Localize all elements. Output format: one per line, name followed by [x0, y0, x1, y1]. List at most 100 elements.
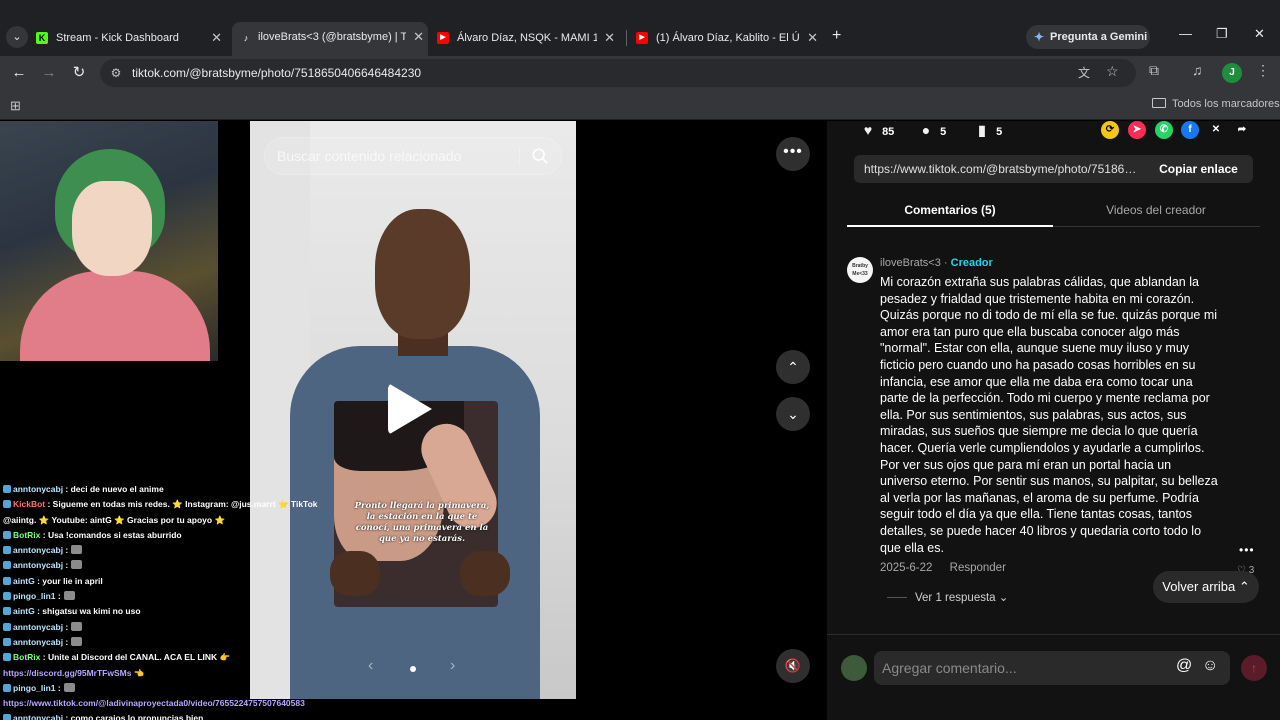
reload-icon[interactable]: ↻: [68, 62, 90, 84]
carousel-next-icon[interactable]: ›: [450, 657, 455, 675]
repost-icon[interactable]: ⟳: [1101, 121, 1119, 139]
close-tab-icon[interactable]: ✕: [413, 22, 424, 52]
url-text[interactable]: tiktok.com/@bratsbyme/photo/751865040664…: [132, 59, 421, 87]
chat-text: @aiintg. ⭐ Youtube: aintG ⭐ Gracias por …: [3, 514, 226, 525]
tab-search-dropdown-icon[interactable]: ⌄: [6, 26, 28, 48]
site-info-icon[interactable]: ⚙: [108, 65, 124, 81]
folder-icon: [1152, 98, 1166, 108]
chat-emote-icon: [63, 591, 75, 601]
bookmark-star-icon[interactable]: ☆: [1106, 63, 1119, 80]
chat-badge-icon: [3, 637, 11, 646]
tab-youtube-mami[interactable]: ▶ Álvaro Díaz, NSQK - MAMI 100 ✕: [437, 24, 619, 52]
next-post-button[interactable]: ⌄: [776, 397, 810, 431]
share-arrow-icon[interactable]: ➦: [1233, 121, 1251, 139]
commenter-avatar[interactable]: Bratby Me<33: [847, 257, 873, 283]
all-bookmarks-label: Todos los marcadores: [1172, 98, 1280, 110]
tab-kick-dashboard[interactable]: K Stream - Kick Dashboard ✕: [36, 24, 226, 52]
creator-badge: Creador: [950, 257, 993, 269]
chat-username: pingo_lin1: [13, 682, 56, 693]
tab-tiktok[interactable]: ♪ iloveBrats<3 (@bratsbyme) | TikTok ✕: [232, 22, 428, 56]
back-to-top-button[interactable]: Volver arriba ⌃: [1153, 571, 1259, 603]
send-comment-button[interactable]: ↑: [1241, 655, 1267, 681]
comment-more-icon[interactable]: •••: [1239, 543, 1255, 557]
send-icon[interactable]: ➤: [1128, 121, 1146, 139]
mute-icon[interactable]: 🔇: [776, 649, 810, 683]
chat-badge-icon: [3, 592, 11, 601]
new-tab-icon[interactable]: +: [832, 26, 841, 46]
related-search-input[interactable]: [277, 138, 517, 174]
search-icon[interactable]: [531, 147, 549, 165]
tab-youtube-ultimo[interactable]: ▶ (1) Álvaro Díaz, Kablito - El Últim ✕: [636, 24, 822, 52]
back-to-top-label: Volver arriba: [1162, 579, 1236, 594]
x-icon[interactable]: ✕: [1207, 121, 1225, 139]
tab-title: (1) Álvaro Díaz, Kablito - El Últim: [656, 32, 800, 44]
close-tab-icon[interactable]: ✕: [807, 24, 818, 52]
like-stat[interactable]: ♥ 85: [857, 121, 894, 141]
profile-avatar[interactable]: J: [1222, 63, 1242, 83]
double-chevron-up-icon: ⌃: [1238, 579, 1250, 594]
media-controls-icon[interactable]: ♫: [1192, 62, 1203, 78]
chat-message: BotRix : Unite al Discord del CANAL. ACA…: [0, 650, 318, 665]
play-icon[interactable]: [388, 383, 432, 435]
apps-grid-icon[interactable]: ⊞: [10, 98, 21, 114]
tab-creator-videos[interactable]: Videos del creador: [1053, 199, 1259, 221]
back-arrow-icon[interactable]: ←: [8, 62, 30, 84]
tab-comments[interactable]: Comentarios (5): [847, 199, 1053, 227]
chat-message: anntonycabj :: [0, 620, 318, 635]
copy-link-button[interactable]: Copiar enlace: [1144, 155, 1253, 183]
chat-text: : your lie in april: [34, 575, 103, 586]
all-bookmarks-button[interactable]: Todos los marcadores: [1152, 90, 1280, 118]
photo-right-hand: [460, 551, 510, 596]
chat-message: BotRix : Usa !comandos si estas aburrido: [0, 528, 318, 543]
address-bar[interactable]: ⚙ tiktok.com/@bratsbyme/photo/7518650406…: [100, 59, 1136, 87]
comment-stat[interactable]: ● 5: [915, 121, 946, 141]
save-stat[interactable]: ▮ 5: [971, 121, 1002, 141]
close-window-icon[interactable]: ✕: [1254, 26, 1265, 42]
translate-icon[interactable]: 文: [1078, 64, 1090, 81]
extensions-icon[interactable]: ⧉: [1149, 62, 1159, 79]
comment-meta: 2025-6-22 Responder: [880, 562, 1020, 574]
chat-text: https://discord.gg/95MrTFwSMs 👈: [3, 667, 145, 678]
whatsapp-icon[interactable]: ✆: [1155, 121, 1173, 139]
chat-emote-icon: [71, 545, 83, 555]
chat-badge-icon: [3, 576, 11, 585]
forward-arrow-icon[interactable]: →: [38, 62, 60, 84]
bookmark-icon: ▮: [978, 122, 986, 138]
chat-username: anntonycabj: [13, 713, 64, 720]
close-tab-icon[interactable]: ✕: [604, 24, 615, 52]
chat-text: : deci de nuevo el anime: [63, 484, 164, 494]
chat-message: anntonycabj :: [0, 635, 318, 650]
chat-text: :: [63, 545, 69, 556]
chat-badge-icon: [3, 561, 11, 570]
chat-text: : Sigueme en todas mis redes. ⭐ Instagra…: [45, 499, 318, 510]
minimize-icon[interactable]: —: [1179, 26, 1192, 41]
chat-text: :: [55, 591, 61, 602]
view-replies-button[interactable]: Ver 1 respuesta ⌄: [887, 590, 1008, 604]
emoji-icon[interactable]: ☺: [1202, 657, 1218, 675]
mention-icon[interactable]: @: [1176, 657, 1192, 675]
reply-button[interactable]: Responder: [950, 562, 1006, 574]
comment-composer: @ ☺ ↑: [827, 634, 1280, 720]
restore-icon[interactable]: ❐: [1216, 26, 1228, 42]
post-side-panel: ♥ 85 ● 5 ▮ 5 ⟳ ➤ ✆ f ✕ ➦ https://www.tik…: [827, 121, 1280, 720]
comment-author[interactable]: iloveBrats<3: [880, 257, 941, 269]
carousel-prev-icon[interactable]: ‹: [368, 657, 373, 675]
carousel-dot[interactable]: [410, 666, 416, 672]
comment-input[interactable]: [882, 651, 1172, 685]
related-search-bar[interactable]: [264, 137, 562, 175]
chat-badge-icon: [3, 500, 11, 509]
view-replies-label: Ver 1 respuesta: [915, 592, 996, 604]
browser-menu-icon[interactable]: ⋮: [1256, 62, 1270, 79]
photo-head: [375, 209, 470, 339]
photo-left-hand: [330, 551, 380, 596]
my-avatar[interactable]: [841, 655, 867, 681]
more-options-icon[interactable]: •••: [776, 137, 810, 171]
close-tab-icon[interactable]: ✕: [211, 24, 222, 52]
chat-text: :: [63, 560, 69, 571]
facebook-icon[interactable]: f: [1181, 121, 1199, 139]
ask-gemini-button[interactable]: ✦ Pregunta a Gemini: [1026, 25, 1150, 49]
chat-message: anntonycabj : como carajos lo pronuncias…: [0, 711, 318, 720]
chat-message: https://discord.gg/95MrTFwSMs 👈: [0, 666, 318, 681]
share-link-text[interactable]: https://www.tiktok.com/@bratsbyme/photo/…: [864, 155, 1142, 183]
previous-post-button[interactable]: ⌃: [776, 350, 810, 384]
